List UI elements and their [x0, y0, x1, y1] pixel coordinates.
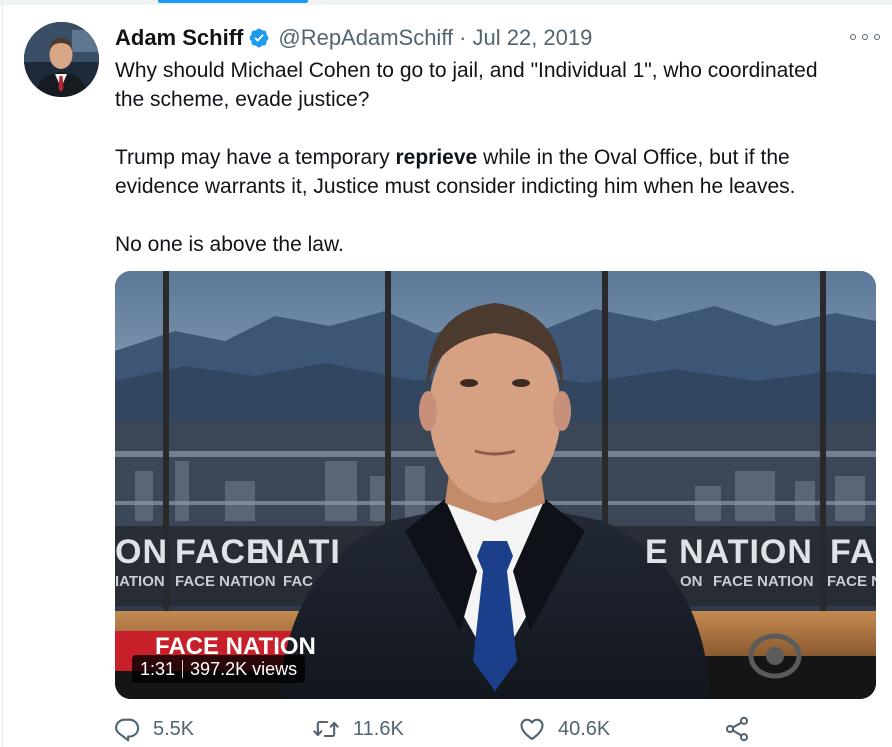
banner-text: FAC: [830, 533, 876, 571]
like-icon: [520, 718, 544, 740]
banner-text: ON: [680, 573, 703, 590]
video-duration: 1:31: [140, 658, 176, 679]
author-name[interactable]: Adam Schiff: [115, 25, 243, 51]
active-tab-indicator: [158, 0, 308, 3]
tweet-text-line: evidence warrants it, Justice must consi…: [115, 175, 796, 198]
more-options-icon[interactable]: [850, 28, 880, 46]
verified-badge-icon: [248, 27, 270, 49]
banner-text: NATI: [260, 533, 341, 571]
share-button[interactable]: [723, 712, 763, 746]
banner-text: ON: [115, 533, 168, 571]
avatar-image: [24, 22, 99, 97]
tweet-date[interactable]: Jul 22, 2019: [472, 25, 592, 51]
top-border: [0, 0, 892, 5]
video-player[interactable]: ON FACE NATI E NATION FAC IATION FACE NA…: [115, 271, 876, 699]
banner-text: FACE NATION: [175, 573, 276, 590]
avatar[interactable]: [24, 22, 99, 97]
like-count: 40.6K: [558, 717, 611, 740]
like-button[interactable]: 40.6K: [518, 712, 610, 746]
author-handle[interactable]: @RepAdamSchiff: [278, 25, 453, 51]
reply-count: 5.5K: [153, 717, 195, 740]
banner-text: FAC: [283, 573, 313, 590]
banner-text: IATION: [115, 573, 165, 590]
banner-sub-text: IATION FACE NATION FAC ON FACE NATION FA…: [115, 573, 876, 595]
tweet-text-line: the scheme, evade justice?: [115, 88, 370, 111]
tweet-text: Why should Michael Cohen to go to jail, …: [115, 56, 875, 259]
tweet-header: Adam Schiff @RepAdamSchiff · Jul 22, 201…: [115, 24, 592, 52]
reply-button[interactable]: 5.5K: [113, 712, 194, 746]
banner-text: FACE N: [827, 573, 876, 590]
tweet-text-line: Trump may have a temporary reprieve whil…: [115, 146, 790, 169]
retweet-icon: [313, 720, 339, 738]
bold-word: reprieve: [395, 146, 478, 169]
video-views: 397.2K views: [190, 658, 298, 679]
retweet-button[interactable]: 11.6K: [311, 712, 404, 746]
banner-text: FACE: [175, 533, 270, 571]
banner-text: E NATION: [645, 533, 813, 571]
left-frame-line: [2, 0, 3, 747]
retweet-count: 11.6K: [353, 717, 404, 740]
banner-text: FACE NATION: [713, 573, 814, 590]
video-duration-badge: 1:31 397.2K views: [132, 655, 306, 683]
reply-icon: [114, 718, 140, 742]
share-icon: [725, 716, 749, 742]
tweet-actions: 5.5K 11.6K 40.6K: [113, 712, 763, 746]
tweet-text-line: No one is above the law.: [115, 233, 344, 256]
header-separator: ·: [459, 25, 467, 50]
banner-main-text: ON FACE NATI E NATION FAC: [115, 533, 876, 573]
tweet-text-line: Why should Michael Cohen to go to jail, …: [115, 59, 818, 82]
